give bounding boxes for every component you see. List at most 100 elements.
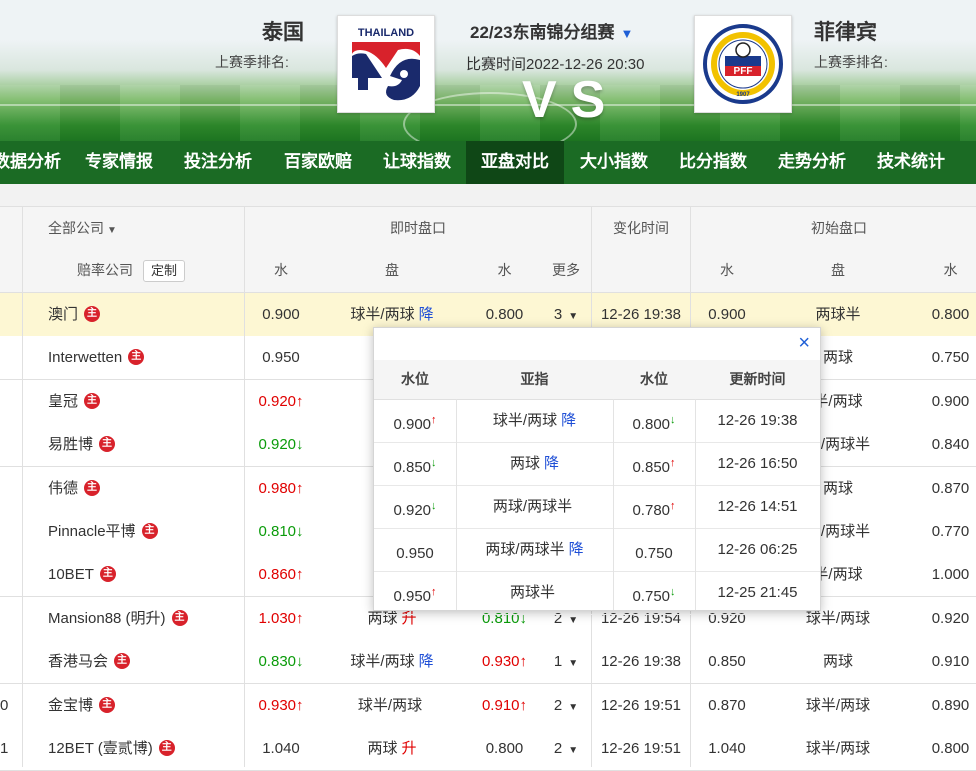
vs-label: VS bbox=[522, 71, 620, 129]
away-team-logo[interactable]: PFF 1907 bbox=[694, 15, 792, 113]
company-cell[interactable]: 伟德主 bbox=[48, 467, 244, 510]
more-count[interactable]: 2 ▼ bbox=[542, 727, 590, 770]
popup-away-water: 0.800↓ bbox=[613, 399, 695, 442]
popup-asian-handicap: 两球降 bbox=[456, 442, 613, 485]
nav-item-asian-compare[interactable]: 亚盘对比 bbox=[466, 141, 564, 184]
company-name[interactable]: 12BET (壹贰博) bbox=[48, 740, 153, 757]
popup-row: 0.950 两球/两球半降 0.750 12-26 06:25 bbox=[374, 528, 820, 572]
close-icon[interactable]: × bbox=[798, 332, 810, 355]
popup-away-water-value: 0.850 bbox=[632, 459, 671, 476]
row-lead-value bbox=[0, 553, 10, 596]
company-cell[interactable]: 10BET 主 bbox=[48, 553, 244, 596]
expand-history-icon[interactable]: ▼ bbox=[568, 745, 578, 756]
popup-away-water: 0.850↑ bbox=[613, 442, 695, 485]
table-row[interactable]: 0 金宝博主 0.930↑ 球半/两球 0.910↑ 2 ▼ 12-26 19:51 0.870… bbox=[0, 683, 976, 728]
popup-away-water: 0.750 bbox=[613, 528, 695, 571]
home-team-name[interactable]: 泰国 bbox=[262, 16, 304, 46]
live-home-water: 0.810↓ bbox=[258, 523, 304, 540]
company-name[interactable]: 澳门 bbox=[48, 306, 78, 323]
company-cell[interactable]: Mansion88 (明升) 主 bbox=[48, 597, 244, 640]
company-cell[interactable]: 12BET (壹贰博) 主 bbox=[48, 727, 244, 770]
col-divider bbox=[22, 206, 23, 767]
popup-divider bbox=[695, 399, 696, 610]
popup-asian-handicap: 两球/两球半 bbox=[456, 485, 613, 528]
more-count-value: 2 bbox=[553, 696, 563, 714]
nav-item-data-analysis[interactable]: 数据分析 bbox=[0, 141, 68, 184]
away-logo-year: 1907 bbox=[736, 92, 750, 98]
live-home-water: 0.980↑ bbox=[258, 479, 304, 497]
init-away-water: 0.870 bbox=[931, 479, 970, 497]
popup-header-update-time: 更新时间 bbox=[729, 371, 786, 387]
company-name[interactable]: 伟德 bbox=[48, 480, 78, 497]
popup-handicap-value: 两球/两球半 bbox=[485, 541, 565, 558]
company-cell[interactable]: Pinnacle平博主 bbox=[48, 510, 244, 553]
company-cell[interactable]: 金宝博主 bbox=[48, 684, 244, 727]
company-filter[interactable]: 全部公司 ▼ bbox=[48, 207, 244, 250]
popup-row: 0.920↓ 两球/两球半 0.780↑ 12-26 14:51 bbox=[374, 485, 820, 529]
nav-item-tech-stats[interactable]: 技术统计 bbox=[862, 141, 960, 184]
live-home-water-header: 水 bbox=[274, 262, 288, 278]
expand-history-icon[interactable]: ▼ bbox=[568, 311, 578, 322]
table-row[interactable]: 1 12BET (壹贰博) 主 1.040 两球升 0.800 2 ▼ 12-26 19:51 1… bbox=[0, 727, 976, 771]
init-away-water: 0.920 bbox=[931, 609, 970, 627]
caret-down-icon: ▼ bbox=[107, 225, 117, 236]
expand-history-icon[interactable]: ▼ bbox=[568, 658, 578, 669]
live-away-water: 0.930↑ bbox=[481, 653, 528, 671]
customize-button[interactable]: 定制 bbox=[143, 260, 186, 283]
company-name[interactable]: 皇冠 bbox=[48, 393, 78, 410]
more-count[interactable]: 1 ▼ bbox=[542, 640, 590, 683]
nav-item-euro-odds[interactable]: 百家欧赔 bbox=[268, 141, 368, 184]
popup-row: 0.950↑ 两球半 0.750↓ 12-25 21:45 bbox=[374, 571, 820, 615]
nav-item-bet-analysis[interactable]: 投注分析 bbox=[168, 141, 268, 184]
away-logo-abbr: PFF bbox=[734, 66, 753, 77]
pff-logo-icon: PFF 1907 bbox=[703, 24, 783, 104]
away-team-name[interactable]: 菲律宾 bbox=[814, 16, 877, 46]
more-count-value: 1 bbox=[553, 653, 563, 671]
company-name[interactable]: 香港马会 bbox=[48, 653, 108, 670]
company-name[interactable]: 易胜博 bbox=[48, 436, 93, 453]
expand-history-icon[interactable]: ▼ bbox=[568, 615, 578, 626]
init-home-water-header: 水 bbox=[720, 262, 734, 278]
company-name[interactable]: 10BET bbox=[48, 566, 94, 583]
company-cell[interactable]: 香港马会主 bbox=[48, 640, 244, 683]
expand-history-icon[interactable]: ▼ bbox=[568, 702, 578, 713]
home-badge-icon: 主 bbox=[158, 740, 175, 757]
init-away-water: 0.900 bbox=[931, 392, 970, 410]
company-filter-label: 全部公司 bbox=[48, 220, 104, 236]
company-name[interactable]: Pinnacle平博 bbox=[48, 523, 136, 540]
match-title[interactable]: 22/23东南锦分组赛 ▼ bbox=[470, 18, 633, 43]
nav-item-handicap-index[interactable]: 让球指数 bbox=[368, 141, 466, 184]
trend-arrow-icon: ↑ bbox=[431, 414, 437, 426]
chevron-down-icon[interactable]: ▼ bbox=[621, 26, 634, 41]
popup-handicap-value: 两球 bbox=[509, 455, 540, 472]
company-name[interactable]: 金宝博 bbox=[48, 697, 93, 714]
init-away-water: 0.890 bbox=[931, 696, 970, 714]
company-cell[interactable]: 皇冠主 bbox=[48, 380, 244, 423]
init-home-water: 0.850 bbox=[708, 653, 746, 671]
away-team-rank: 上赛季排名: bbox=[814, 54, 888, 70]
init-away-water: 0.840 bbox=[931, 436, 970, 454]
company-name[interactable]: Mansion88 (明升) bbox=[48, 610, 166, 627]
nav-item-trend-analysis[interactable]: 走势分析 bbox=[762, 141, 862, 184]
popup-home-water-value: 0.950 bbox=[393, 588, 432, 605]
company-cell[interactable]: 易胜博主 bbox=[48, 423, 244, 466]
more-count[interactable]: 2 ▼ bbox=[542, 684, 590, 727]
nav-item-score-index[interactable]: 比分指数 bbox=[664, 141, 762, 184]
live-away-water: 0.800 bbox=[485, 740, 524, 757]
nav-item-expert-info[interactable]: 专家情报 bbox=[70, 141, 168, 184]
table-row[interactable]: 香港马会主 0.830↓ 球半/两球降 0.930↑ 1 ▼ 12-26 19:38 0.85… bbox=[0, 640, 976, 685]
col-divider bbox=[244, 206, 245, 767]
home-team-logo[interactable]: THAILAND bbox=[337, 15, 435, 113]
live-handicap: 球半/两球 bbox=[317, 684, 467, 727]
nav-item-over-under[interactable]: 大小指数 bbox=[564, 141, 664, 184]
live-away-water: 0.910↑ bbox=[481, 696, 528, 714]
handicap-value: 球半/两球 bbox=[350, 306, 415, 323]
company-cell[interactable]: 澳门主 bbox=[48, 293, 244, 336]
company-cell[interactable]: Interwetten 主 bbox=[48, 336, 244, 379]
company-col-label: 赔率公司 bbox=[77, 262, 133, 278]
home-badge-icon: 主 bbox=[84, 479, 101, 496]
popup-asian-handicap: 两球/两球半降 bbox=[456, 528, 613, 571]
row-lead-value bbox=[0, 597, 10, 640]
live-home-water: 0.950 bbox=[262, 349, 300, 367]
company-name[interactable]: Interwetten bbox=[48, 349, 122, 366]
